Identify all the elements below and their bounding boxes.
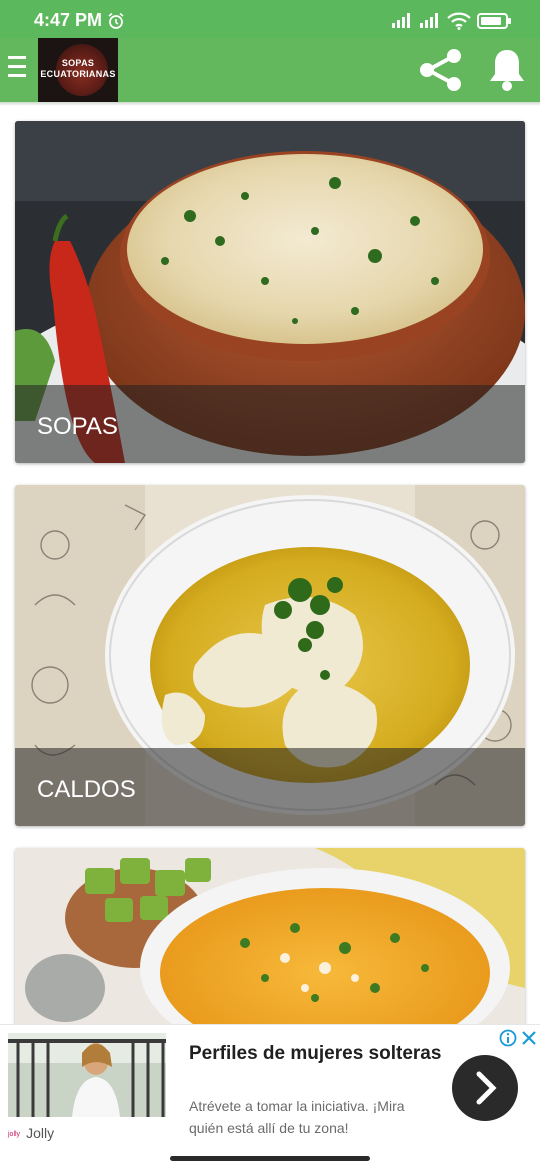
home-gesture-handle[interactable] bbox=[170, 1156, 370, 1161]
close-icon[interactable] bbox=[521, 1029, 537, 1047]
signal-icon bbox=[420, 13, 438, 28]
battery-icon bbox=[477, 13, 511, 29]
share-icon[interactable] bbox=[416, 46, 466, 94]
alarm-icon bbox=[108, 12, 124, 29]
signal-icon bbox=[392, 13, 410, 28]
menu-icon[interactable] bbox=[8, 56, 28, 84]
app-bar: SOPAS ECUATORIANAS bbox=[0, 38, 540, 102]
category-label: SOPAS bbox=[37, 413, 118, 440]
card-caption: SOPAS bbox=[15, 385, 525, 463]
ad-image bbox=[8, 1033, 166, 1117]
category-card-third[interactable] bbox=[15, 848, 525, 1028]
category-card-caldos[interactable]: CALDOS bbox=[15, 485, 525, 826]
ad-brand: jolly Jolly bbox=[8, 1125, 55, 1141]
ad-title[interactable]: Perfiles de mujeres solteras bbox=[189, 1041, 449, 1067]
ad-banner[interactable]: jolly Jolly Perfiles de mujeres solteras … bbox=[0, 1024, 540, 1148]
info-icon[interactable] bbox=[499, 1029, 517, 1047]
logo-text: SOPAS ECUATORIANAS bbox=[40, 58, 116, 79]
arrow-right-icon bbox=[476, 1071, 497, 1105]
status-time: 4:47 PM bbox=[34, 10, 103, 30]
app-logo: SOPAS ECUATORIANAS bbox=[38, 38, 118, 102]
app-bar-shadow bbox=[0, 102, 540, 106]
bell-icon[interactable] bbox=[486, 46, 528, 94]
wifi-icon bbox=[447, 12, 471, 30]
ad-open-button[interactable] bbox=[452, 1055, 518, 1121]
navigation-bar bbox=[0, 1148, 540, 1170]
category-label: CALDOS bbox=[37, 776, 136, 803]
ad-text: Atrévete a tomar la iniciativa. ¡Mira qu… bbox=[189, 1098, 405, 1136]
brand-logo-icon: jolly bbox=[8, 1130, 21, 1138]
status-bar: 4:47 PM bbox=[0, 0, 540, 38]
category-card-sopas[interactable]: SOPAS bbox=[15, 121, 525, 463]
card-caption: CALDOS bbox=[15, 748, 525, 826]
soup-image bbox=[15, 848, 525, 1028]
